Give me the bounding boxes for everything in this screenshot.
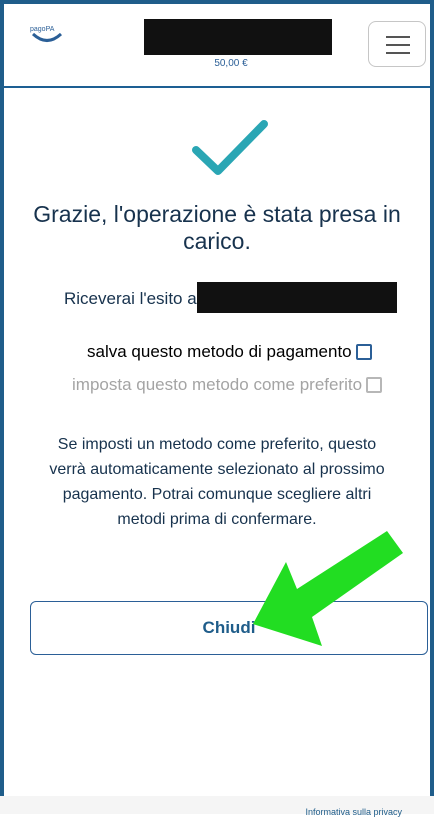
svg-text:pagoPA: pagoPA [30,26,55,33]
set-preferred-label: imposta questo metodo come preferito [72,375,363,394]
save-method-option[interactable]: salva questo metodo di pagamento [87,342,372,362]
set-preferred-checkbox[interactable] [366,377,383,393]
pagopa-logo: pagoPA [30,22,64,48]
hamburger-icon [386,44,410,46]
save-method-label: salva questo metodo di pagamento [87,342,352,361]
success-check-icon [188,116,270,182]
redacted-merchant [144,19,332,55]
set-preferred-option[interactable]: imposta questo metodo come preferito [72,375,383,395]
receive-result-row: Riceverai l'esito a [64,282,397,316]
confirmation-title: Grazie, l'operazione è stata presa in ca… [33,201,401,254]
hamburger-icon [386,36,410,38]
menu-button[interactable] [368,21,426,67]
privacy-link[interactable]: Informativa sulla privacy [305,807,402,817]
app-header: pagoPA 50,00 € [4,4,430,88]
receive-result-label: Riceverai l'esito a [64,289,197,308]
payment-amount: 50,00 € [214,58,248,69]
preferred-info-text: Se imposti un metodo come preferito, que… [49,436,385,528]
hamburger-icon [386,52,410,54]
save-method-checkbox[interactable] [355,344,372,360]
green-arrow-annotation [253,531,413,656]
redacted-email [197,282,397,313]
